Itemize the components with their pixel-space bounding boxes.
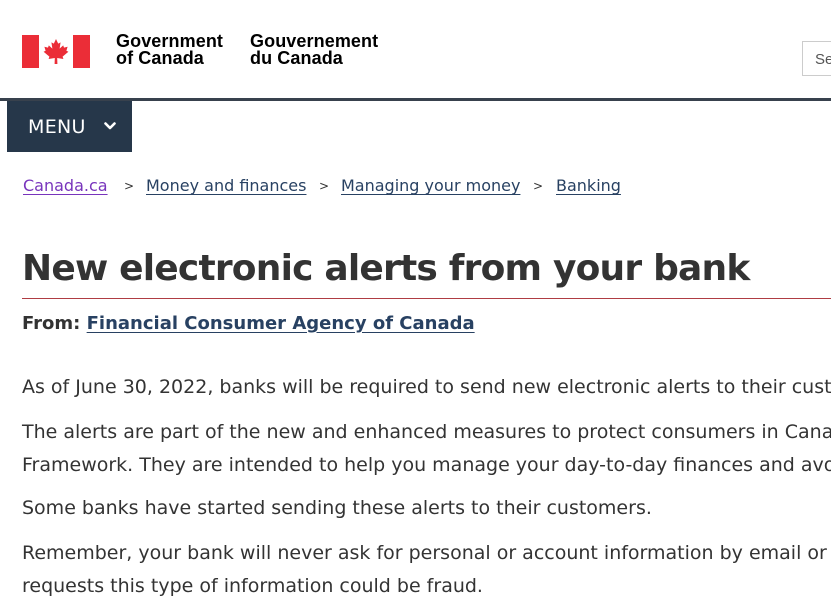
menu-label: MENU bbox=[28, 116, 86, 138]
breadcrumb-separator: > bbox=[124, 179, 135, 193]
breadcrumb-canada-ca[interactable]: Canada.ca bbox=[23, 176, 108, 195]
breadcrumb-separator: > bbox=[533, 179, 544, 193]
signature-french[interactable]: Gouvernement du Canada bbox=[250, 32, 378, 68]
paragraph-line: Some banks have started sending these al… bbox=[22, 497, 652, 519]
from-line: From: Financial Consumer Agency of Canad… bbox=[22, 313, 475, 334]
breadcrumb-managing-your-money[interactable]: Managing your money bbox=[341, 176, 520, 195]
breadcrumb-separator: > bbox=[319, 179, 330, 193]
breadcrumb-banking[interactable]: Banking bbox=[556, 176, 621, 195]
signature-en-line2: of Canada bbox=[116, 48, 204, 68]
signature-fr-line2: du Canada bbox=[250, 48, 343, 68]
search-input[interactable]: Se bbox=[802, 41, 831, 76]
canada-flag-icon[interactable] bbox=[22, 35, 90, 68]
paragraph-line: As of June 30, 2022, banks will be requi… bbox=[22, 376, 831, 398]
paragraph-alerts-framework: The alerts are part of the new and enhan… bbox=[22, 416, 831, 482]
paragraph-line: requests this type of information could … bbox=[22, 575, 483, 597]
from-agency-link[interactable]: Financial Consumer Agency of Canada bbox=[87, 313, 475, 334]
paragraph-alerts-date: As of June 30, 2022, banks will be requi… bbox=[22, 371, 831, 404]
breadcrumb-money-and-finances[interactable]: Money and finances bbox=[146, 176, 306, 195]
from-label: From: bbox=[22, 313, 81, 334]
paragraph-banks-started: Some banks have started sending these al… bbox=[22, 492, 652, 525]
paragraph-line: Framework. They are intended to help you… bbox=[22, 454, 831, 476]
signature-english[interactable]: Government of Canada bbox=[116, 32, 223, 68]
paragraph-line: The alerts are part of the new and enhan… bbox=[22, 421, 831, 443]
paragraph-fraud-warning: Remember, your bank will never ask for p… bbox=[22, 537, 831, 603]
paragraph-line: Remember, your bank will never ask for p… bbox=[22, 542, 831, 564]
chevron-down-icon bbox=[104, 122, 116, 130]
menu-button[interactable]: MENU bbox=[7, 101, 132, 152]
site-header: Government of Canada Gouvernement du Can… bbox=[0, 0, 831, 98]
page-title: New electronic alerts from your bank bbox=[22, 248, 750, 289]
title-underline bbox=[22, 298, 831, 299]
